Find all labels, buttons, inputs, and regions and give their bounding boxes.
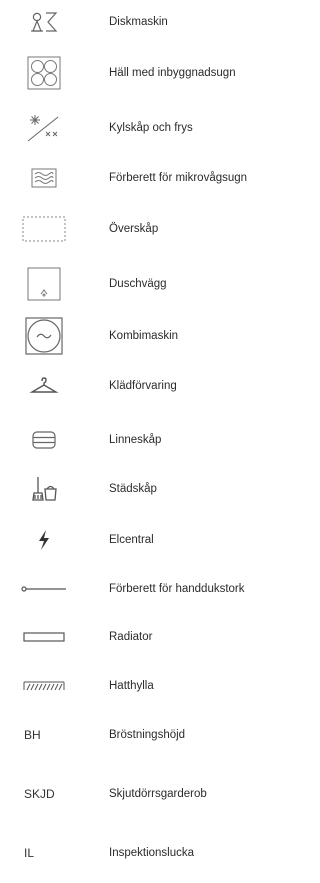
legend-label: Häll med inbyggnadsugn <box>109 67 236 79</box>
linen-cabinet-icon <box>18 418 70 462</box>
legend-label: Kylskåp och frys <box>109 122 193 134</box>
shower-screen-icon <box>18 262 70 306</box>
legend-label: Elcentral <box>109 534 154 546</box>
hat-shelf-icon <box>18 664 70 708</box>
microwave-icon <box>18 156 70 200</box>
legend-abbreviation: BH <box>24 728 41 742</box>
legend-label: Duschvägg <box>109 278 167 290</box>
legend-row-washer-dryer: Kombimaskin <box>0 314 299 358</box>
legend-row-shower: Duschvägg <box>0 262 299 306</box>
legend-row-microwave: Förberett för mikrovågsugn <box>0 156 299 200</box>
hob-icon <box>18 51 70 95</box>
legend-row-linen: Linneskåp <box>0 418 299 462</box>
legend-label: Förberett för mikrovågsugn <box>109 172 248 184</box>
wall-cabinet-icon <box>18 207 70 251</box>
legend-label: Bröstningshöjd <box>109 729 186 741</box>
symbol-legend: Diskmaskin Häll med inbyggnadsugn Kylskå… <box>0 0 299 883</box>
legend-row-fridge: Kylskåp och frys <box>0 106 299 150</box>
legend-label: Skjutdörrsgarderob <box>109 788 207 800</box>
legend-label: Klädförvaring <box>109 380 177 392</box>
legend-row-hob: Häll med inbyggnadsugn <box>0 51 299 95</box>
legend-row-bh: BH Bröstningshöjd <box>0 713 299 757</box>
electrical-panel-icon <box>18 518 70 562</box>
legend-label: Inspektionslucka <box>109 847 195 859</box>
legend-label: Linneskåp <box>109 434 162 446</box>
legend-row-radiator: Radiator <box>0 615 299 659</box>
legend-label: Kombimaskin <box>109 330 179 342</box>
legend-row-cleaning: Städskåp <box>0 467 299 511</box>
legend-row-electrical: Elcentral <box>0 518 299 562</box>
legend-label: Radiator <box>109 631 153 643</box>
washer-dryer-icon <box>18 314 70 358</box>
towel-dryer-icon <box>18 567 70 611</box>
clothes-hanger-icon <box>18 364 70 408</box>
legend-row-dishwasher: Diskmaskin <box>0 0 299 44</box>
legend-row-hat-shelf: Hatthylla <box>0 664 299 708</box>
legend-label: Städskåp <box>109 483 157 495</box>
legend-abbreviation: IL <box>24 846 35 860</box>
legend-row-clothes: Klädförvaring <box>0 364 299 408</box>
legend-row-skjd: SKJD Skjutdörrsgarderob <box>0 772 299 816</box>
fridge-freezer-icon <box>18 106 70 150</box>
legend-label: Hatthylla <box>109 680 154 692</box>
cleaning-cabinet-icon <box>18 467 70 511</box>
legend-label: Förberett för handdukstork <box>109 583 245 595</box>
legend-row-wall-cabinet: Överskåp <box>0 207 299 251</box>
radiator-icon <box>18 615 70 659</box>
legend-row-il: IL Inspektionslucka <box>0 831 299 875</box>
dishwasher-icon <box>18 0 70 44</box>
legend-row-towel-dryer: Förberett för handdukstork <box>0 567 299 611</box>
legend-label: Överskåp <box>109 223 159 235</box>
legend-label: Diskmaskin <box>109 16 168 28</box>
legend-abbreviation: SKJD <box>24 787 55 801</box>
